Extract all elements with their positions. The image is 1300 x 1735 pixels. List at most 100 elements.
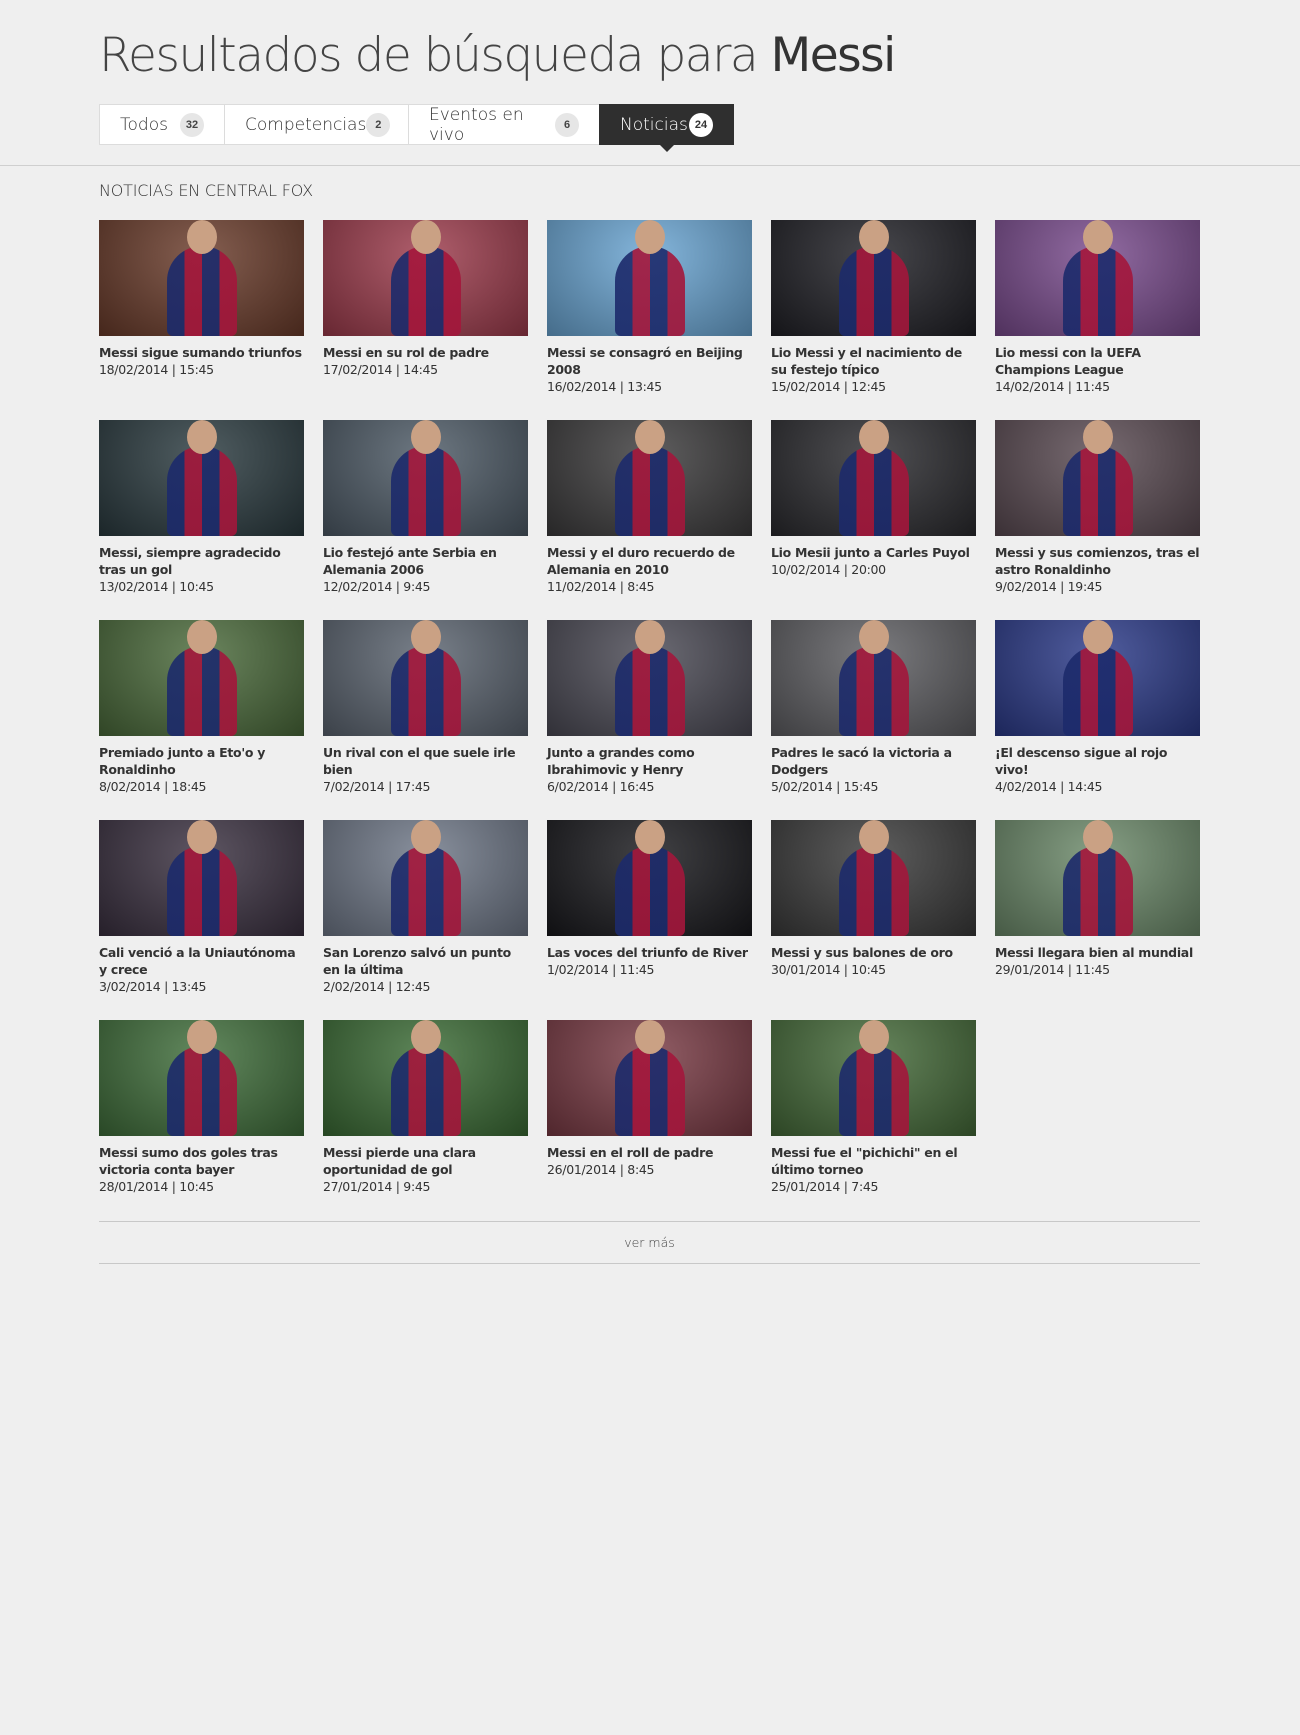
news-title[interactable]: Messi llegara bien al mundial [995,944,1200,961]
player-figure [614,246,685,336]
news-card[interactable]: Padres le sacó la victoria a Dodgers 5/02… [771,620,976,820]
news-title[interactable]: Cali venció a la Uniautónoma y crece [99,944,304,978]
news-thumbnail[interactable] [323,1020,528,1136]
news-title[interactable]: Messi y sus balones de oro [771,944,976,961]
news-card[interactable]: Messi y sus comienzos, tras el astro Ron… [995,420,1200,620]
news-card[interactable]: Junto a grandes como Ibrahimovic y Henry… [547,620,752,820]
news-thumbnail[interactable] [99,420,304,536]
news-title[interactable]: Messi, siempre agradecido tras un gol [99,544,304,578]
news-card[interactable]: Lio festejó ante Serbia en Alemania 2006… [323,420,528,620]
news-thumbnail[interactable] [547,620,752,736]
news-title[interactable]: Messi y el duro recuerdo de Alemania en … [547,544,752,578]
news-date: 30/01/2014 | 10:45 [771,962,886,977]
news-card[interactable]: ¡El descenso sigue al rojo vivo! 4/02/201… [995,620,1200,820]
news-card[interactable]: Messi llegara bien al mundial 29/01/2014 … [995,820,1200,1020]
news-card[interactable]: Messi en el roll de padre 26/01/2014 | 8:… [547,1020,752,1220]
news-thumbnail[interactable] [771,220,976,336]
news-thumbnail[interactable] [771,620,976,736]
player-figure [390,246,461,336]
news-thumbnail[interactable] [547,820,752,936]
news-title[interactable]: Lio Messi y el nacimiento de su festejo … [771,344,976,378]
news-card[interactable]: Messi pierde una clara oportunidad de go… [323,1020,528,1220]
news-card[interactable]: Messi y sus balones de oro 30/01/2014 | 1… [771,820,976,1020]
news-title[interactable]: Lio Mesii junto a Carles Puyol [771,544,976,561]
news-date: 26/01/2014 | 8:45 [547,1162,655,1177]
news-title[interactable]: Messi pierde una clara oportunidad de go… [323,1144,528,1178]
tab-competencias[interactable]: Competencias 2 [224,104,408,145]
news-card[interactable]: Messi sigue sumando triunfos 18/02/2014 |… [99,220,304,420]
news-thumbnail[interactable] [995,420,1200,536]
player-figure [614,846,685,936]
news-thumbnail[interactable] [323,620,528,736]
result-tabs: Todos 32 Competencias 2 Eventos en vivo … [99,104,734,152]
news-card[interactable]: Messi se consagró en Beijing 2008 16/02/2… [547,220,752,420]
news-thumbnail[interactable] [99,620,304,736]
news-card[interactable]: Messi, siempre agradecido tras un gol 13/… [99,420,304,620]
news-card[interactable]: Un rival con el que suele irle bien 7/02/… [323,620,528,820]
player-head [634,820,665,854]
player-head [858,420,889,454]
news-title[interactable]: ¡El descenso sigue al rojo vivo! [995,744,1200,778]
news-title[interactable]: Messi sumo dos goles tras victoria conta… [99,1144,304,1178]
news-title[interactable]: Messi sigue sumando triunfos [99,344,304,361]
news-thumbnail[interactable] [323,220,528,336]
news-card[interactable]: Messi fue el "pichichi" en el último tor… [771,1020,976,1220]
news-title[interactable]: Premiado junto a Eto'o y Ronaldinho [99,744,304,778]
news-title[interactable]: Lio festejó ante Serbia en Alemania 2006 [323,544,528,578]
news-thumbnail[interactable] [323,820,528,936]
news-card[interactable]: Messi y el duro recuerdo de Alemania en … [547,420,752,620]
news-grid: Messi sigue sumando triunfos 18/02/2014 |… [99,220,1201,1220]
news-thumbnail[interactable] [771,1020,976,1136]
count-badge: 32 [180,112,204,137]
news-date: 1/02/2014 | 11:45 [547,962,655,977]
news-date: 7/02/2014 | 17:45 [323,779,431,794]
news-card[interactable]: Cali venció a la Uniautónoma y crece 3/02… [99,820,304,1020]
news-thumbnail[interactable] [771,420,976,536]
news-date: 5/02/2014 | 15:45 [771,779,879,794]
news-thumbnail[interactable] [547,1020,752,1136]
news-thumbnail[interactable] [99,820,304,936]
tab-todos[interactable]: Todos 32 [99,104,224,145]
news-thumbnail[interactable] [995,620,1200,736]
news-thumbnail[interactable] [547,220,752,336]
news-date: 2/02/2014 | 12:45 [323,979,431,994]
player-head [410,420,441,454]
news-thumbnail[interactable] [995,820,1200,936]
news-title[interactable]: Un rival con el que suele irle bien [323,744,528,778]
news-title[interactable]: Padres le sacó la victoria a Dodgers [771,744,976,778]
tab-eventos-en-vivo[interactable]: Eventos en vivo 6 [408,104,599,145]
news-title[interactable]: Messi y sus comienzos, tras el astro Ron… [995,544,1200,578]
news-title[interactable]: Las voces del triunfo de River [547,944,752,961]
news-thumbnail[interactable] [995,220,1200,336]
news-card[interactable]: Messi sumo dos goles tras victoria conta… [99,1020,304,1220]
news-card[interactable]: Premiado junto a Eto'o y Ronaldinho 8/02/… [99,620,304,820]
news-title[interactable]: Messi en el roll de padre [547,1144,752,1161]
news-title[interactable]: Lio messi con la UEFA Champions League [995,344,1200,378]
tab-noticias[interactable]: Noticias 24 [599,104,734,152]
news-thumbnail[interactable] [323,420,528,536]
title-prefix: Resultados de búsqueda para [99,28,759,83]
news-title[interactable]: Messi en su rol de padre [323,344,528,361]
news-thumbnail[interactable] [99,1020,304,1136]
news-date: 10/02/2014 | 20:00 [771,562,886,577]
news-thumbnail[interactable] [547,420,752,536]
news-title[interactable]: Messi se consagró en Beijing 2008 [547,344,752,378]
news-thumbnail[interactable] [771,820,976,936]
news-date: 3/02/2014 | 13:45 [99,979,207,994]
news-card[interactable]: San Lorenzo salvó un punto en la última 2… [323,820,528,1020]
news-thumbnail[interactable] [99,220,304,336]
ver-mas-button[interactable]: ver más [99,1221,1200,1264]
news-date: 15/02/2014 | 12:45 [771,379,886,394]
news-title[interactable]: Junto a grandes como Ibrahimovic y Henry [547,744,752,778]
news-card[interactable]: Messi en su rol de padre 17/02/2014 | 14:… [323,220,528,420]
news-card[interactable]: Lio Messi y el nacimiento de su festejo … [771,220,976,420]
player-head [410,1020,441,1054]
news-title[interactable]: Messi fue el "pichichi" en el último tor… [771,1144,976,1178]
count-badge: 2 [366,112,391,137]
news-date: 16/02/2014 | 13:45 [547,379,662,394]
news-card[interactable]: Las voces del triunfo de River 1/02/2014 … [547,820,752,1020]
news-card[interactable]: Lio Mesii junto a Carles Puyol 10/02/2014… [771,420,976,620]
news-card[interactable]: Lio messi con la UEFA Champions League 14… [995,220,1200,420]
news-title[interactable]: San Lorenzo salvó un punto en la última [323,944,528,978]
search-results-page: Resultados de búsqueda para Messi Todos … [0,0,1300,1735]
